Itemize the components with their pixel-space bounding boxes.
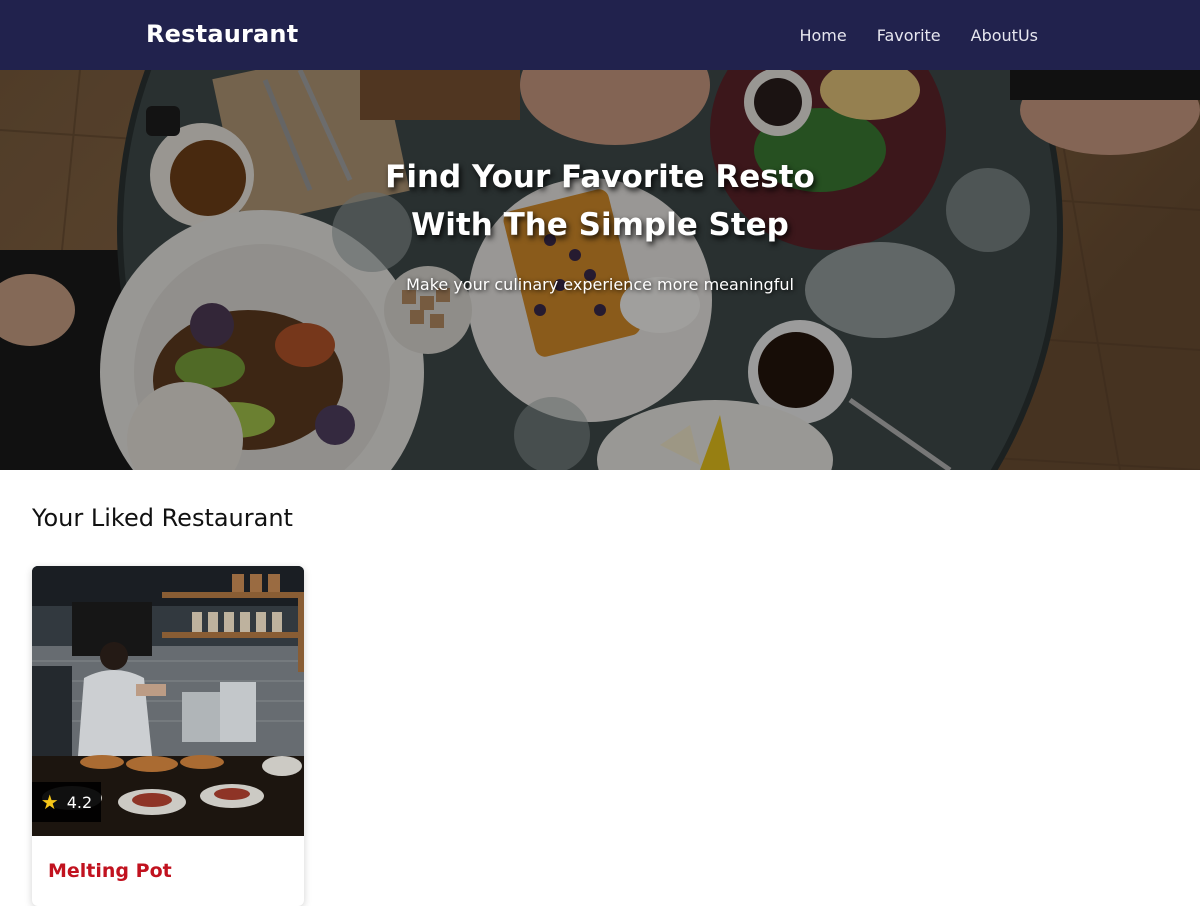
- restaurant-image: ★ 4.2: [32, 566, 304, 836]
- restaurant-name-link[interactable]: Melting Pot: [48, 860, 172, 882]
- nav-link-favorite[interactable]: Favorite: [877, 18, 941, 53]
- app-header: Restaurant Home Favorite AboutUs: [0, 0, 1200, 70]
- nav-item-home: Home: [799, 18, 846, 53]
- nav-link-home[interactable]: Home: [799, 18, 846, 53]
- star-icon: ★: [40, 790, 59, 814]
- restaurant-card[interactable]: ★ 4.2 Melting Pot: [32, 566, 304, 906]
- nav-item-favorite: Favorite: [877, 18, 941, 53]
- main-nav: Home Favorite AboutUs: [799, 0, 1038, 70]
- hero-title: Find Your Favorite Resto With The Simple…: [385, 159, 815, 243]
- brand-logo[interactable]: Restaurant: [146, 20, 298, 48]
- hero-text: Find Your Favorite Resto With The Simple…: [0, 70, 1200, 470]
- hero-tagline: Make your culinary experience more meani…: [406, 275, 794, 294]
- section-title: Your Liked Restaurant: [32, 504, 293, 532]
- rating-value: 4.2: [66, 792, 93, 812]
- rating-badge: ★ 4.2: [32, 782, 101, 822]
- main-content: Your Liked Restaurant ★ 4.2 Melting Pot: [32, 470, 1168, 906]
- hero-banner: Find Your Favorite Resto With The Simple…: [0, 70, 1200, 470]
- nav-item-aboutus: AboutUs: [971, 18, 1038, 53]
- nav-link-aboutus[interactable]: AboutUs: [971, 18, 1038, 53]
- restaurant-list: ★ 4.2 Melting Pot: [32, 566, 1168, 906]
- card-body: Melting Pot: [32, 836, 304, 882]
